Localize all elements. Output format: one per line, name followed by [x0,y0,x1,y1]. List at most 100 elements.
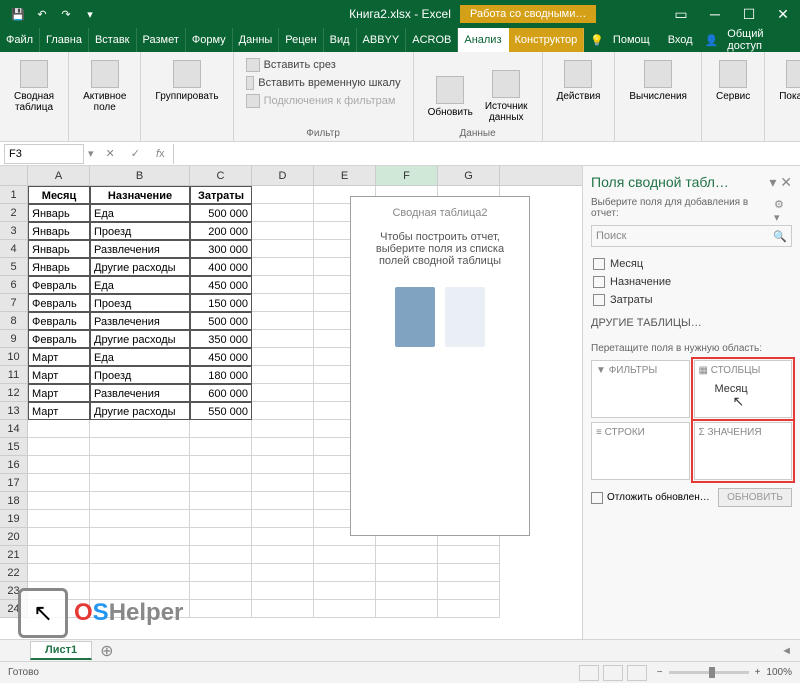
cell[interactable] [252,204,314,222]
row-header[interactable]: 3 [0,222,28,240]
cell[interactable] [314,582,376,600]
cell[interactable]: Март [28,402,90,420]
col-header-c[interactable]: C [190,166,252,185]
cell[interactable]: Проезд [90,294,190,312]
cell[interactable]: Январь [28,204,90,222]
other-tables-link[interactable]: ДРУГИЕ ТАБЛИЦЫ… [591,317,792,329]
tab-home[interactable]: Главна [40,28,89,52]
cell[interactable] [252,564,314,582]
col-header-f[interactable]: F [376,166,438,185]
cell[interactable]: 550 000 [190,402,252,420]
cell[interactable] [252,600,314,618]
cell[interactable] [28,474,90,492]
cell[interactable]: 500 000 [190,312,252,330]
cell[interactable] [190,582,252,600]
tab-analyze[interactable]: Анализ [458,28,508,52]
cell[interactable]: 400 000 [190,258,252,276]
row-header[interactable]: 11 [0,366,28,384]
data-source-button[interactable]: Источник данных [479,56,534,137]
cell[interactable] [190,510,252,528]
cell[interactable] [190,438,252,456]
col-header-a[interactable]: A [28,166,90,185]
sheet-tab-1[interactable]: Лист1 [30,641,92,660]
drop-zone-rows[interactable]: ≡ СТРОКИ [591,422,690,480]
cell[interactable]: Проезд [90,222,190,240]
cell[interactable] [28,420,90,438]
dragging-field[interactable]: Месяц [715,383,748,395]
undo-icon[interactable]: ↶ [32,4,52,24]
tab-layout[interactable]: Размет [137,28,186,52]
actions-button[interactable]: Действия [551,56,607,106]
cell[interactable]: Еда [90,276,190,294]
cell[interactable] [438,582,500,600]
cell[interactable]: Затраты [190,186,252,204]
tab-insert[interactable]: Вставк [89,28,137,52]
cell[interactable]: 200 000 [190,222,252,240]
row-header[interactable]: 23 [0,582,28,600]
spreadsheet-grid[interactable]: A B C D E F G 1МесяцНазначениеЗатраты2Ян… [0,166,582,639]
redo-icon[interactable]: ↷ [56,4,76,24]
row-header[interactable]: 14 [0,420,28,438]
cell[interactable] [190,420,252,438]
row-header[interactable]: 2 [0,204,28,222]
cell[interactable]: Другие расходы [90,330,190,348]
col-header-g[interactable]: G [438,166,500,185]
cell[interactable]: 300 000 [190,240,252,258]
cell[interactable] [90,582,190,600]
show-button[interactable]: Показать [773,56,800,106]
tab-file[interactable]: Файл [0,28,40,52]
active-field-button[interactable]: Активное поле [77,56,132,117]
cell[interactable] [314,564,376,582]
drop-zone-columns[interactable]: ▦ СТОЛБЦЫ Месяц [694,360,793,418]
drop-zone-values[interactable]: Σ ЗНАЧЕНИЯ [694,422,793,480]
row-header[interactable]: 19 [0,510,28,528]
tab-design[interactable]: Конструктор [509,28,585,52]
field-item-purpose[interactable]: Назначение [591,273,792,291]
row-header[interactable]: 4 [0,240,28,258]
cell[interactable]: Февраль [28,312,90,330]
row-header[interactable]: 1 [0,186,28,204]
cell[interactable]: 600 000 [190,384,252,402]
cell[interactable] [28,510,90,528]
cell[interactable] [28,564,90,582]
row-header[interactable]: 21 [0,546,28,564]
cell[interactable] [90,546,190,564]
field-search-input[interactable]: Поиск 🔍 [591,225,792,247]
cell[interactable] [252,420,314,438]
cell[interactable]: Другие расходы [90,258,190,276]
cell[interactable] [90,564,190,582]
row-header[interactable]: 24 [0,600,28,618]
cancel-icon[interactable]: ✕ [98,147,123,160]
cell[interactable] [252,492,314,510]
cell[interactable]: Развлечения [90,312,190,330]
cell[interactable]: Февраль [28,294,90,312]
help-button[interactable]: 💡 Помощ [584,28,661,52]
cell[interactable] [252,366,314,384]
cell[interactable] [314,600,376,618]
namebox-dropdown-icon[interactable]: ▾ [84,147,98,160]
defer-checkbox[interactable] [591,492,603,504]
cell[interactable]: Январь [28,222,90,240]
row-header[interactable]: 9 [0,330,28,348]
field-item-month[interactable]: Месяц [591,255,792,273]
tab-review[interactable]: Рецен [279,28,323,52]
row-header[interactable]: 13 [0,402,28,420]
cell[interactable]: 150 000 [190,294,252,312]
cell[interactable] [28,582,90,600]
group-button[interactable]: Группировать [149,56,224,106]
cell[interactable] [90,510,190,528]
fx-icon[interactable]: fx [148,148,173,160]
cell[interactable]: 500 000 [190,204,252,222]
cell[interactable] [252,456,314,474]
refresh-button[interactable]: Обновить [422,56,479,137]
cell[interactable]: Февраль [28,276,90,294]
row-header[interactable]: 12 [0,384,28,402]
cell[interactable] [252,582,314,600]
cell[interactable] [190,528,252,546]
cell[interactable]: Еда [90,204,190,222]
cell[interactable] [90,438,190,456]
pivot-placeholder[interactable]: Сводная таблица2 Чтобы построить отчет, … [350,196,530,536]
row-header[interactable]: 5 [0,258,28,276]
cell[interactable]: Январь [28,258,90,276]
cell[interactable] [252,348,314,366]
